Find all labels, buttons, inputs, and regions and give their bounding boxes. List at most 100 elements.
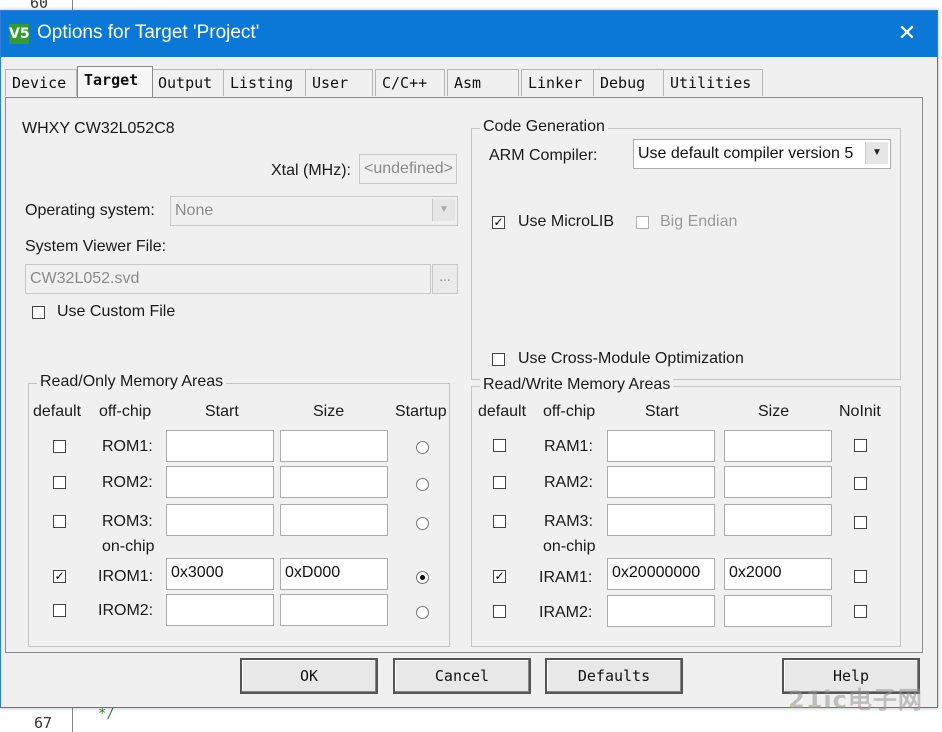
cross-module-checkbox[interactable] bbox=[492, 353, 505, 366]
rom1-default-checkbox[interactable] bbox=[53, 440, 66, 453]
big-endian-checkbox[interactable] bbox=[636, 216, 649, 229]
xtal-label: Xtal (MHz): bbox=[271, 162, 351, 179]
ram1-label: RAM1: bbox=[544, 438, 593, 455]
iram2-noinit-checkbox[interactable] bbox=[854, 605, 867, 618]
tab-device[interactable]: Device bbox=[5, 69, 77, 96]
big-endian-label: Big Endian bbox=[660, 213, 738, 230]
device-name: WHXY CW32L052C8 bbox=[22, 120, 175, 137]
target-panel: WHXY CW32L052C8 Xtal (MHz): <undefined> … bbox=[5, 97, 923, 653]
cancel-button[interactable]: Cancel bbox=[393, 658, 531, 694]
rom1-label: ROM1: bbox=[102, 438, 153, 455]
chevron-down-icon: ▼ bbox=[865, 142, 888, 164]
ram1-noinit-checkbox[interactable] bbox=[854, 439, 867, 452]
code-generation-title: Code Generation bbox=[480, 118, 608, 136]
ram2-default-checkbox[interactable] bbox=[493, 476, 506, 489]
tab-listing[interactable]: Listing bbox=[223, 69, 307, 96]
irom2-startup-radio[interactable] bbox=[416, 606, 429, 619]
iram1-default-checkbox[interactable]: ✓ bbox=[493, 570, 506, 583]
defaults-button[interactable]: Defaults bbox=[545, 658, 683, 694]
ram3-size-field[interactable] bbox=[724, 504, 832, 536]
compiler-value: Use default compiler version 5 bbox=[638, 145, 854, 162]
line-number: 67 bbox=[34, 714, 53, 732]
ram3-label: RAM3: bbox=[544, 513, 593, 530]
code-comment: */ bbox=[98, 706, 115, 722]
irom1-label: IROM1: bbox=[98, 568, 154, 585]
chevron-down-icon: ▼ bbox=[432, 199, 455, 221]
cross-module-label: Use Cross-Module Optimization bbox=[518, 350, 744, 367]
ram2-start-field[interactable] bbox=[607, 466, 715, 498]
ram2-noinit-checkbox[interactable] bbox=[854, 477, 867, 490]
os-select[interactable]: None ▼ bbox=[170, 196, 458, 226]
irom1-default-checkbox[interactable]: ✓ bbox=[53, 570, 66, 583]
rw-onchip-label: on-chip bbox=[543, 538, 596, 555]
gutter-divider bbox=[72, 706, 73, 732]
rw-start-header: Start bbox=[645, 403, 679, 420]
rw-size-header: Size bbox=[758, 403, 790, 420]
tab-utilities[interactable]: Utilities bbox=[663, 69, 763, 96]
ro-memory-title: Read/Only Memory Areas bbox=[37, 373, 227, 391]
ro-default-header: default bbox=[33, 403, 82, 420]
irom1-startup-radio[interactable] bbox=[416, 571, 429, 584]
code-generation-group: Code Generation ARM Compiler: Use defaul… bbox=[471, 118, 901, 380]
close-button[interactable]: ✕ bbox=[885, 17, 929, 51]
rw-default-header: default bbox=[478, 403, 527, 420]
rom2-start-field[interactable] bbox=[166, 466, 274, 498]
rom1-size-field[interactable] bbox=[280, 430, 388, 462]
custom-file-checkbox[interactable] bbox=[32, 306, 45, 319]
iram2-default-checkbox[interactable] bbox=[493, 605, 506, 618]
ro-offchip-header: off-chip bbox=[99, 403, 152, 420]
iram1-start-field[interactable]: 0x20000000 bbox=[607, 558, 715, 590]
iram1-size-field[interactable]: 0x2000 bbox=[724, 558, 832, 590]
tab-asm[interactable]: Asm bbox=[447, 69, 519, 96]
rw-offchip-header: off-chip bbox=[543, 403, 596, 420]
irom2-default-checkbox[interactable] bbox=[53, 604, 66, 617]
rom2-label: ROM2: bbox=[102, 474, 153, 491]
microlib-checkbox[interactable]: ✓ bbox=[492, 216, 505, 229]
tab-user[interactable]: User bbox=[305, 69, 373, 96]
xtal-field[interactable]: <undefined> bbox=[359, 154, 457, 184]
iram2-size-field[interactable] bbox=[724, 595, 832, 627]
iram2-start-field[interactable] bbox=[607, 595, 715, 627]
rom3-size-field[interactable] bbox=[280, 504, 388, 536]
iram1-label: IRAM1: bbox=[539, 569, 593, 586]
rw-noinit-header: NoInit bbox=[839, 403, 881, 420]
title-bar[interactable]: V5 Options for Target 'Project' ✕ bbox=[1, 11, 937, 57]
ram3-default-checkbox[interactable] bbox=[493, 515, 506, 528]
tab-debug[interactable]: Debug bbox=[593, 69, 665, 96]
ok-button[interactable]: OK bbox=[240, 658, 378, 694]
iram2-label: IRAM2: bbox=[539, 604, 593, 621]
irom2-label: IROM2: bbox=[98, 602, 154, 619]
ro-memory-group: Read/Only Memory Areas default off-chip … bbox=[28, 373, 450, 647]
ram3-noinit-checkbox[interactable] bbox=[854, 516, 867, 529]
tab-output[interactable]: Output bbox=[151, 69, 225, 96]
ram1-default-checkbox[interactable] bbox=[493, 439, 506, 452]
svd-field[interactable]: CW32L052.svd bbox=[25, 264, 431, 294]
rom3-startup-radio[interactable] bbox=[416, 517, 429, 530]
ro-startup-header: Startup bbox=[395, 403, 447, 420]
tab-linker[interactable]: Linker bbox=[521, 69, 595, 96]
browse-button[interactable]: ... bbox=[432, 264, 458, 294]
irom1-start-field[interactable]: 0x3000 bbox=[166, 558, 274, 590]
rom2-startup-radio[interactable] bbox=[416, 478, 429, 491]
ram2-size-field[interactable] bbox=[724, 466, 832, 498]
ram3-start-field[interactable] bbox=[607, 504, 715, 536]
rom1-start-field[interactable] bbox=[166, 430, 274, 462]
irom2-start-field[interactable] bbox=[166, 594, 274, 626]
compiler-label: ARM Compiler: bbox=[489, 147, 598, 164]
rom2-default-checkbox[interactable] bbox=[53, 476, 66, 489]
custom-file-label: Use Custom File bbox=[57, 303, 176, 320]
tab-target[interactable]: Target bbox=[77, 66, 153, 97]
rom3-start-field[interactable] bbox=[166, 504, 274, 536]
tab-cpp[interactable]: C/C++ bbox=[375, 69, 445, 96]
iram1-noinit-checkbox[interactable] bbox=[854, 570, 867, 583]
microlib-label: Use MicroLIB bbox=[518, 213, 615, 230]
rom2-size-field[interactable] bbox=[280, 466, 388, 498]
rom1-startup-radio[interactable] bbox=[416, 441, 429, 454]
irom1-size-field[interactable]: 0xD000 bbox=[280, 558, 388, 590]
ram1-start-field[interactable] bbox=[607, 430, 715, 462]
compiler-select[interactable]: Use default compiler version 5 ▼ bbox=[633, 139, 891, 169]
ro-onchip-label: on-chip bbox=[102, 538, 155, 555]
irom2-size-field[interactable] bbox=[280, 594, 388, 626]
rom3-default-checkbox[interactable] bbox=[53, 515, 66, 528]
ram1-size-field[interactable] bbox=[724, 430, 832, 462]
